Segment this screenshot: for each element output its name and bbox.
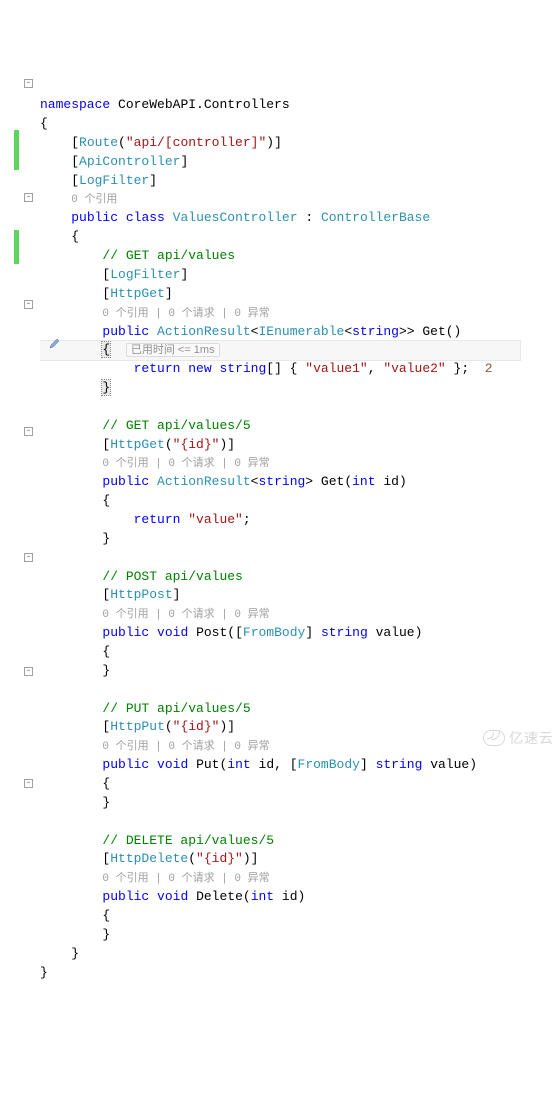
method-name: Delete [196,889,243,904]
annotation: 2 [485,361,493,376]
codelens[interactable]: 0 个引用 | 0 个请求 | 0 异常 [102,308,269,320]
fold-icon[interactable]: - [24,300,33,309]
method-name: Get [422,324,445,339]
attribute: HttpPut [110,719,165,734]
fold-icon[interactable]: - [24,79,33,88]
codelens[interactable]: 0 个引用 | 0 个请求 | 0 异常 [102,609,269,621]
perf-indicator[interactable]: 已用时间 <= 1ms [126,343,220,357]
pencil-icon [2,318,14,330]
gutter: - - - - - - - [0,75,40,982]
change-marker [14,230,19,264]
class-name: ValuesController [173,210,298,225]
keyword: public [102,889,149,904]
keyword: public [102,757,149,772]
current-line: { 已用时间 <= 1ms [34,341,520,360]
keyword: public [102,625,149,640]
comment: // POST api/values [102,569,242,584]
string-literal: "value2" [383,361,445,376]
namespace-name: CoreWebAPI.Controllers [118,97,290,112]
codelens[interactable]: 0 个引用 [71,194,117,206]
string-literal: "value1" [305,361,367,376]
codelens[interactable]: 0 个引用 | 0 个请求 | 0 异常 [102,873,269,885]
code-content[interactable]: namespace CoreWebAPI.Controllers { [Rout… [40,75,558,982]
keyword: namespace [40,97,110,112]
comment: // PUT api/values/5 [102,701,250,716]
fold-icon[interactable]: - [24,427,33,436]
string-literal: "api/[controller]" [126,135,266,150]
attribute: Route [79,135,118,150]
attribute: HttpGet [110,286,165,301]
change-marker [14,130,19,170]
method-name: Put [196,757,219,772]
keyword: class [126,210,165,225]
method-name: Post [196,625,227,640]
string-literal: "value" [188,512,243,527]
base-class: ControllerBase [321,210,430,225]
attribute: ApiController [79,154,180,169]
keyword: new [188,361,211,376]
attribute: LogFilter [110,267,180,282]
attribute: HttpGet [110,437,165,452]
keyword: return [134,361,181,376]
brace: { [102,342,110,357]
return-type: ActionResult [157,324,251,339]
code-editor: - - - - - - - namespace CoreWebAPI.Contr… [0,75,558,982]
keyword: public [71,210,118,225]
brace: } [102,380,110,395]
fold-icon[interactable]: - [24,667,33,676]
attribute: HttpPost [110,587,172,602]
comment: // DELETE api/values/5 [102,833,274,848]
attribute: LogFilter [79,173,149,188]
keyword: public [102,324,149,339]
return-type: ActionResult [157,474,251,489]
fold-icon[interactable]: - [24,553,33,562]
comment: // GET api/values/5 [102,418,250,433]
comment: // GET api/values [102,248,235,263]
method-name: Get [321,474,344,489]
keyword: return [134,512,181,527]
fold-icon[interactable]: - [24,193,33,202]
attribute: HttpDelete [110,851,188,866]
codelens[interactable]: 0 个引用 | 0 个请求 | 0 异常 [102,458,269,470]
codelens[interactable]: 0 个引用 | 0 个请求 | 0 异常 [102,741,269,753]
fold-icon[interactable]: - [24,779,33,788]
keyword: public [102,474,149,489]
